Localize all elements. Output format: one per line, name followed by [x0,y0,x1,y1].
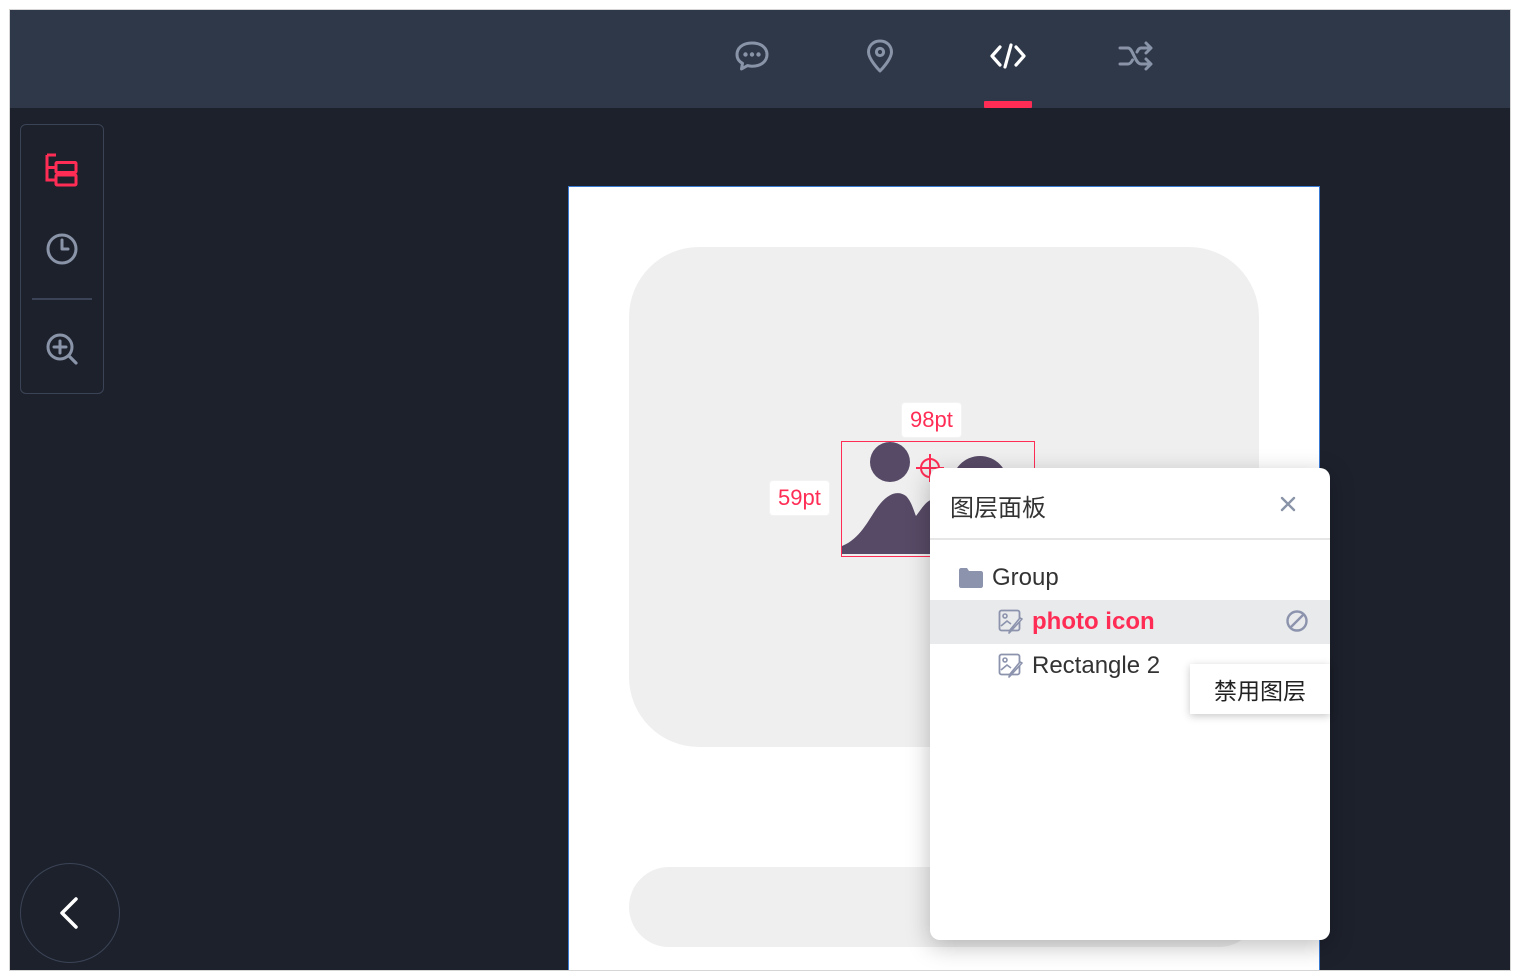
location-pin-icon [867,39,893,73]
code-icon [990,43,1026,69]
disable-layer-icon[interactable] [1284,608,1310,634]
active-tab-indicator [984,101,1032,108]
panel-divider [930,538,1330,540]
layer-row-photo-icon[interactable]: photo icon [930,600,1330,644]
tab-location[interactable] [856,32,904,80]
left-toolbar [20,124,104,394]
layer-label: Rectangle 2 [1032,652,1161,679]
layer-label: photo icon [1032,608,1155,635]
back-button[interactable] [20,863,120,963]
folder-icon [958,565,984,591]
app-window: 98pt 59pt 图层面板 Group photo icon Rectangl… [10,10,1510,970]
layer-label: Group [992,564,1059,591]
toolbar-divider [32,298,92,300]
panel-title: 图层面板 [950,494,1046,522]
tab-comments[interactable] [728,32,776,80]
panel-close-button[interactable] [1274,490,1302,518]
zoom-in-icon [46,333,78,365]
top-toolbar [10,10,1510,108]
shuffle-icon [1118,41,1153,71]
chevron-left-icon [60,897,78,929]
tab-shuffle[interactable] [1112,32,1160,80]
clock-icon [46,233,78,265]
history-button[interactable] [38,225,86,273]
layer-panel: 图层面板 Group photo icon Rectangle 2 禁用图层 [930,468,1330,940]
layers-tree-icon [45,153,78,187]
height-measure-label: 59pt [770,481,829,515]
tab-code[interactable] [984,32,1032,80]
disable-layer-tooltip: 禁用图层 [1190,664,1330,714]
layers-button[interactable] [38,145,86,193]
image-layer-icon [998,609,1024,635]
zoom-button[interactable] [38,325,86,373]
close-icon [1280,496,1296,512]
image-layer-icon [998,653,1024,679]
layer-row-group[interactable]: Group [930,556,1330,600]
comment-icon [735,41,769,71]
width-measure-label: 98pt [902,403,961,437]
